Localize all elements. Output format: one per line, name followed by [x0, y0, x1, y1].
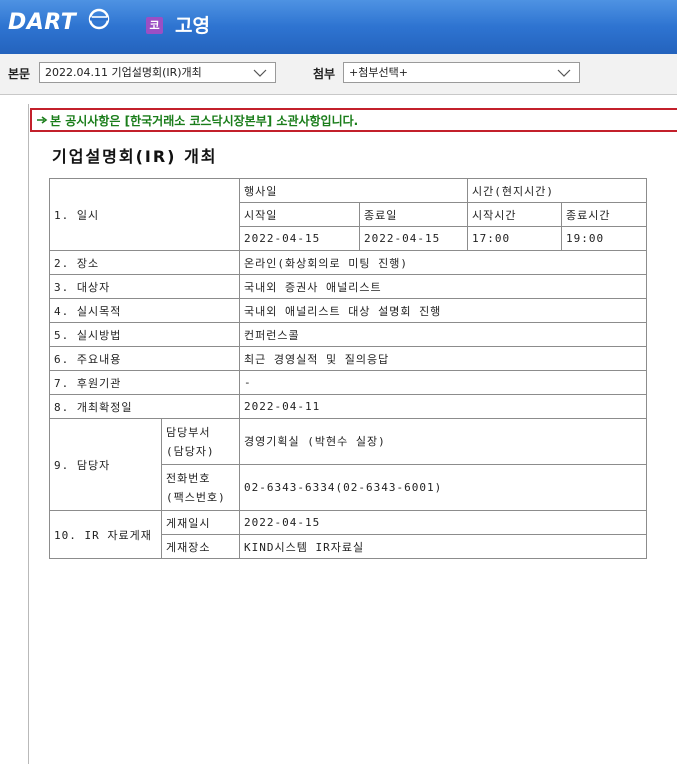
phone-label-line1: 전화번호 [166, 471, 211, 485]
dart-logo-swoosh-icon [88, 8, 110, 30]
corp-name[interactable]: 고영 [175, 13, 210, 39]
table-row: 6. 주요내용 최근 경영실적 및 질의응답 [48, 346, 648, 371]
pointing-hand-icon [37, 116, 48, 124]
row-label-content: 6. 주요내용 [48, 346, 241, 371]
start-time-header: 시작시간 [467, 202, 563, 227]
chevron-down-icon [557, 69, 571, 77]
end-time-value: 19:00 [561, 226, 648, 251]
row-label-ir-posting: 10. IR 자료게재 [49, 510, 162, 559]
main-document-select[interactable]: 2022.04.11 기업설명회(IR)개최 [39, 62, 276, 83]
table-row: 7. 후원기관 - [48, 370, 648, 395]
posting-place-value: KIND시스템 IR자료실 [239, 534, 648, 559]
dept-label-line1: 담당부서 [166, 425, 211, 439]
document-title: 기업설명회(IR) 개최 [52, 147, 218, 166]
ir-details-table: 1. 일시 행사일 시간(현지시간) 시작일 종료일 시작시간 종료시간 202… [48, 178, 648, 559]
table-row: 8. 개최확정일 2022-04-11 [48, 394, 648, 419]
chevron-down-icon [253, 69, 267, 77]
dept-value: 경영기획실 (박현수 실장) [239, 418, 648, 465]
table-row: 9. 담당자 담당부서 (담당자) 경영기획실 (박현수 실장) [49, 418, 648, 511]
row-label-sponsor: 7. 후원기관 [48, 370, 241, 395]
row-label-venue: 2. 장소 [48, 250, 241, 275]
method-value: 컨퍼런스콜 [239, 322, 648, 347]
table-row: 3. 대상자 국내외 증권사 애널리스트 [48, 274, 648, 299]
posting-place-label: 게재장소 [160, 534, 241, 559]
row-label-contact: 9. 담당자 [49, 418, 162, 511]
main-document-select-value: 2022.04.11 기업설명회(IR)개최 [45, 66, 202, 79]
table-row: 5. 실시방법 컨퍼런스콜 [48, 322, 648, 347]
end-date-header: 종료일 [359, 202, 469, 227]
row-label-audience: 3. 대상자 [48, 274, 241, 299]
top-header: DART 코 고영 [0, 0, 677, 54]
row-label-method: 5. 실시방법 [48, 322, 241, 347]
posting-date-value: 2022-04-15 [239, 510, 648, 535]
venue-value: 온라인(화상회의로 미팅 진행) [239, 250, 648, 275]
dept-label-line2: (담당자) [166, 444, 215, 458]
start-date-header: 시작일 [239, 202, 361, 227]
row-label-confirm-date: 8. 개최확정일 [48, 394, 241, 419]
confirm-date-value: 2022-04-11 [239, 394, 648, 419]
table-row: 10. IR 자료게재 게재일시 2022-04-15 [49, 510, 648, 559]
phone-value: 02-6343-6334(02-6343-6001) [239, 464, 648, 511]
table-row: 2. 장소 온라인(화상회의로 미팅 진행) [48, 250, 648, 275]
dept-label: 담당부서 (담당자) [160, 418, 241, 465]
start-date-value: 2022-04-15 [239, 226, 361, 251]
main-document-label: 본문 [8, 67, 31, 81]
end-time-header: 종료시간 [561, 202, 648, 227]
table-row: 4. 실시목적 국내외 애널리스트 대상 설명회 진행 [48, 298, 648, 323]
time-header: 시간(현지시간) [467, 178, 648, 203]
row-label-date: 1. 일시 [48, 178, 241, 251]
corp-badge-icon: 코 [146, 17, 163, 34]
dart-logo[interactable]: DART [8, 9, 76, 37]
end-date-value: 2022-04-15 [359, 226, 469, 251]
phone-label: 전화번호 (팩스번호) [160, 464, 241, 511]
jurisdiction-notice: 본 공시사항은 [한국거래소 코스닥시장본부] 소관사항입니다. [30, 108, 677, 132]
start-time-value: 17:00 [467, 226, 563, 251]
row-label-purpose: 4. 실시목적 [48, 298, 241, 323]
audience-value: 국내외 증권사 애널리스트 [239, 274, 648, 299]
sponsor-value: - [239, 370, 648, 395]
table-row: 1. 일시 행사일 시간(현지시간) [48, 178, 648, 251]
content-value: 최근 경영실적 및 질의응답 [239, 346, 648, 371]
toolbar: 본문 2022.04.11 기업설명회(IR)개최 첨부 +첨부선택+ [0, 54, 677, 95]
attachment-select[interactable]: +첨부선택+ [343, 62, 580, 83]
purpose-value: 국내외 애널리스트 대상 설명회 진행 [239, 298, 648, 323]
notice-text: 본 공시사항은 [한국거래소 코스닥시장본부] 소관사항입니다. [50, 114, 359, 128]
attachment-label: 첨부 [313, 67, 336, 81]
event-date-header: 행사일 [239, 178, 469, 203]
phone-label-line2: (팩스번호) [166, 490, 226, 504]
posting-date-label: 게재일시 [160, 510, 241, 535]
attachment-select-value: +첨부선택+ [349, 66, 408, 79]
